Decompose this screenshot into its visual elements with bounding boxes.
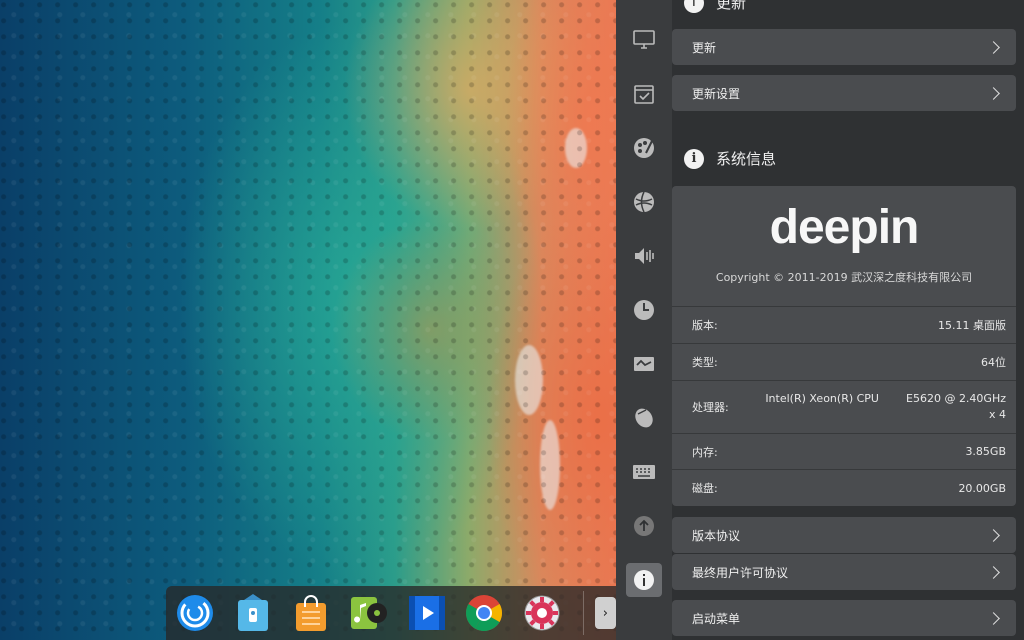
eula-row[interactable]: 最终用户许可协议 — [672, 554, 1016, 590]
calendar-check-icon — [634, 85, 654, 104]
nav-time[interactable] — [626, 293, 662, 327]
app-store-icon[interactable] — [292, 593, 331, 633]
row-label: 版本协议 — [692, 528, 741, 543]
chevron-right-icon — [987, 565, 1000, 579]
control-center-content: ↑ 更新 更新 更新设置 i 系统信息 deepin Copyright © 2… — [672, 0, 1024, 640]
deepin-launcher-icon[interactable] — [176, 593, 215, 633]
clock-icon — [634, 300, 654, 320]
info-key: 版本: — [692, 319, 718, 332]
row-label: 更新 — [692, 40, 717, 55]
desktop-wallpaper — [0, 0, 616, 640]
boot-menu-row[interactable]: 启动菜单 — [672, 600, 1016, 636]
control-center-panel: ↑ 更新 更新 更新设置 i 系统信息 deepin Copyright © 2… — [616, 0, 1024, 640]
nav-network[interactable] — [626, 185, 662, 219]
control-center-nav — [616, 0, 672, 640]
nav-personalization[interactable] — [626, 131, 662, 165]
dock-separator — [582, 591, 584, 635]
info-row-edition: 版本: 15.11 桌面版 — [672, 306, 1016, 343]
update-section-title: ↑ 更新 — [684, 0, 746, 13]
edition-license-row[interactable]: 版本协议 — [672, 517, 1016, 553]
update-arrow-icon — [634, 516, 654, 536]
cpu-cores: x 4 — [988, 408, 1006, 421]
nav-mouse[interactable] — [626, 401, 662, 435]
deepin-logo: deepin — [769, 201, 920, 254]
file-manager-icon[interactable] — [234, 593, 273, 633]
update-settings-row[interactable]: 更新设置 — [672, 75, 1016, 111]
system-info-card: deepin Copyright © 2011-2019 武汉深之度科技有限公司… — [672, 186, 1016, 506]
wave-foam — [540, 420, 560, 510]
section-title-text: 系统信息 — [716, 150, 777, 168]
nav-power[interactable] — [626, 347, 662, 381]
info-icon — [634, 570, 654, 590]
nav-sound[interactable] — [626, 239, 662, 273]
info-value: 3.85GB — [965, 445, 1006, 458]
info-icon: i — [684, 148, 704, 169]
battery-icon — [634, 357, 654, 371]
wave-foam — [565, 128, 587, 168]
monitor-icon — [633, 30, 655, 49]
nav-keyboard[interactable] — [626, 455, 662, 489]
info-value: 15.11 桌面版 — [938, 319, 1006, 332]
update-row[interactable]: 更新 — [672, 29, 1016, 65]
info-key: 类型: — [692, 356, 718, 369]
keyboard-icon — [633, 465, 655, 479]
nav-update[interactable] — [626, 509, 662, 543]
settings-gear-icon[interactable] — [523, 593, 562, 633]
section-title-text: 更新 — [716, 0, 747, 12]
info-row-disk: 磁盘: 20.00GB — [672, 469, 1016, 506]
speaker-icon — [635, 248, 654, 264]
info-row-memory: 内存: 3.85GB — [672, 433, 1016, 469]
mouse-icon — [635, 408, 653, 428]
dock-expand-button[interactable]: › — [594, 597, 616, 629]
info-row-type: 类型: 64位 — [672, 343, 1016, 380]
info-row-cpu: 处理器: Intel(R) Xeon(R) CPU E5620 @ 2.40GH… — [672, 380, 1016, 433]
info-value: 64位 — [981, 356, 1006, 369]
chevron-right-icon — [987, 611, 1000, 625]
info-key: 内存: — [692, 445, 718, 459]
info-value: 20.00GB — [958, 481, 1006, 495]
music-player-icon[interactable] — [349, 593, 388, 633]
chevron-right-icon — [987, 40, 1000, 54]
palette-icon — [634, 138, 654, 158]
row-label: 最终用户许可协议 — [692, 565, 789, 580]
chrome-icon[interactable] — [465, 593, 504, 633]
network-icon — [634, 191, 654, 213]
movie-player-icon[interactable] — [407, 593, 446, 633]
row-label: 启动菜单 — [692, 611, 741, 626]
dock: › — [166, 586, 616, 640]
info-value: Intel(R) Xeon(R) CPU E5620 @ 2.40GHz x 4 — [765, 391, 1006, 423]
system-info-section-title: i 系统信息 — [684, 148, 776, 169]
wave-foam — [515, 345, 543, 415]
info-key: 处理器: — [692, 401, 729, 414]
row-label: 更新设置 — [692, 86, 741, 101]
update-section-icon: ↑ — [684, 0, 704, 13]
nav-display[interactable] — [626, 23, 662, 57]
info-key: 磁盘: — [692, 482, 718, 495]
chevron-right-icon — [987, 86, 1000, 100]
cpu-freq: E5620 @ 2.40GHz — [906, 392, 1006, 405]
copyright-text: Copyright © 2011-2019 武汉深之度科技有限公司 — [715, 271, 973, 284]
nav-system-info[interactable] — [626, 563, 662, 597]
chevron-right-icon — [987, 528, 1000, 542]
cpu-model: Intel(R) Xeon(R) CPU — [765, 392, 879, 405]
nav-default-apps[interactable] — [626, 77, 662, 111]
